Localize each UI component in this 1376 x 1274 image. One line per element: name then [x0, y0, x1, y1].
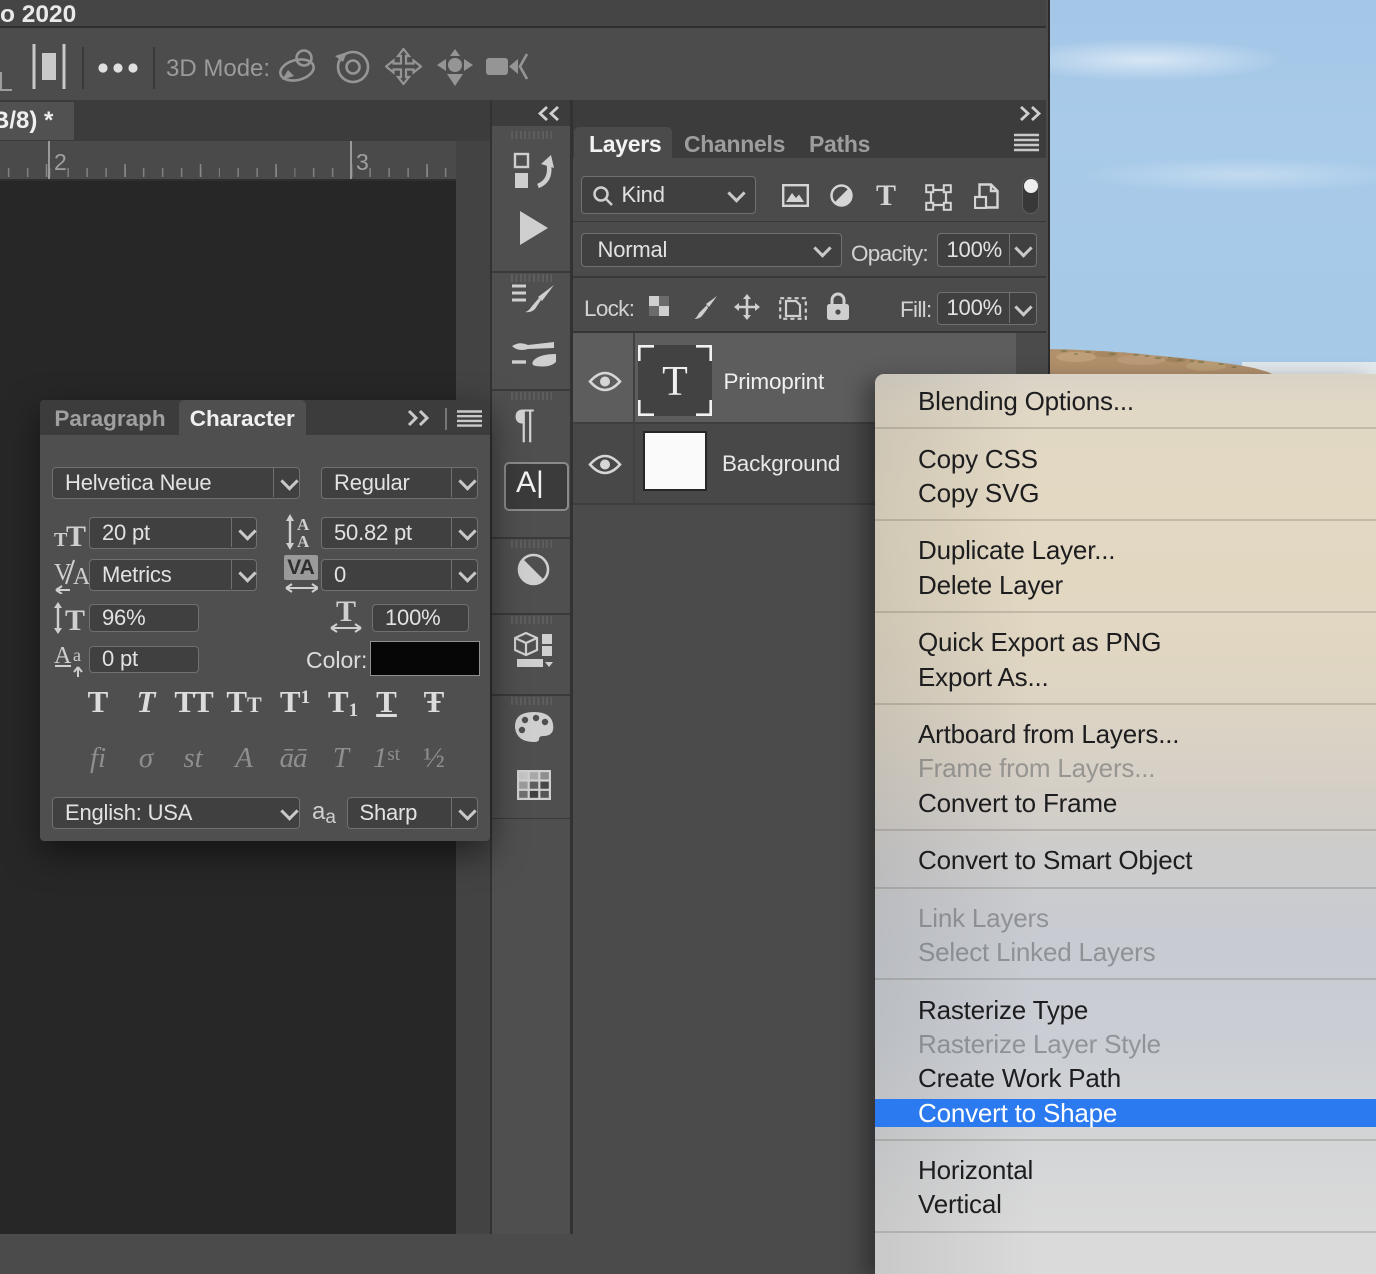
- svg-text:a: a: [73, 645, 81, 665]
- svg-text:T: T: [66, 520, 86, 548]
- svg-text:T: T: [65, 604, 85, 634]
- svg-text:A: A: [73, 564, 90, 590]
- svg-text:A: A: [297, 532, 310, 550]
- svg-text:T: T: [336, 599, 356, 628]
- svg-text:T: T: [662, 359, 688, 405]
